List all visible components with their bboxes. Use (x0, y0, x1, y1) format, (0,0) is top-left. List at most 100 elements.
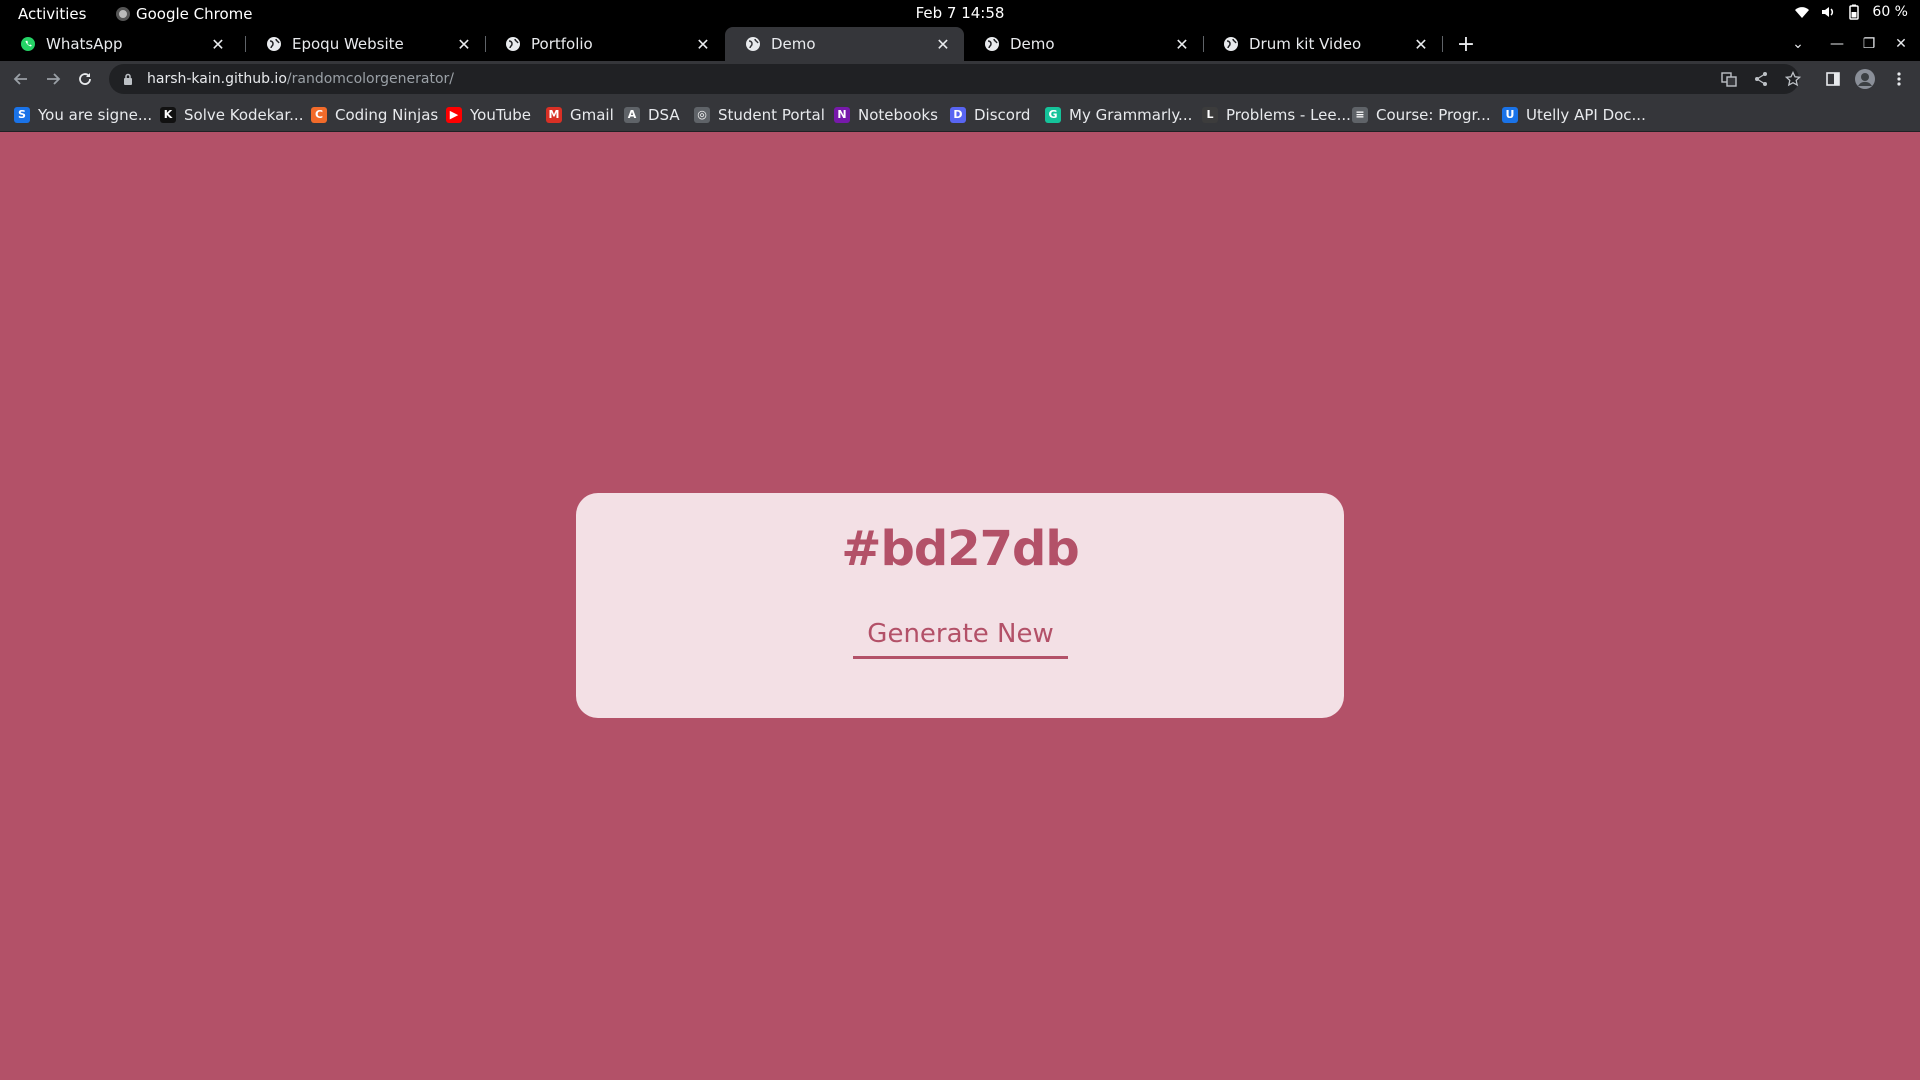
page-background: #bd27db Generate New (0, 132, 1920, 1080)
close-tab-icon[interactable]: ✕ (1171, 35, 1193, 54)
bookmark-label: Coding Ninjas (335, 105, 439, 124)
share-icon[interactable] (1748, 66, 1774, 92)
minimize-icon[interactable]: — (1823, 27, 1851, 61)
tab-drum-kit-video[interactable]: Drum kit Video ✕ (1203, 27, 1442, 61)
close-tab-icon[interactable]: ✕ (692, 35, 714, 54)
app-menu[interactable]: Google Chrome (116, 5, 253, 23)
bookmark-favicon-icon: L (1202, 106, 1218, 123)
url-host: harsh-kain.github.io (147, 71, 287, 87)
restore-icon[interactable]: ❐ (1855, 27, 1883, 61)
bookmark-item[interactable]: L Problems - Lee... (1202, 97, 1351, 132)
tab-whatsapp[interactable]: WhatsApp ✕ (0, 27, 239, 61)
bookmark-favicon-icon: ◎ (694, 106, 710, 123)
tab-portfolio[interactable]: Portfolio ✕ (485, 27, 724, 61)
tab-title: Demo (771, 35, 816, 53)
bookmark-label: Gmail (570, 105, 614, 124)
bookmark-label: Discord (974, 105, 1031, 124)
bookmark-item[interactable]: G My Grammarly... (1045, 97, 1192, 132)
clock[interactable]: Feb 7 14:58 (0, 4, 1920, 22)
tab-search-chevron-down-icon[interactable]: ⌄ (1784, 27, 1812, 61)
bookmark-item[interactable]: D Discord (950, 97, 1030, 132)
tab-title: Drum kit Video (1249, 35, 1362, 53)
bookmark-label: Problems - Lee... (1226, 105, 1351, 124)
close-window-icon[interactable]: ✕ (1887, 27, 1915, 61)
tab-strip: WhatsApp ✕ Epoqu Website ✕ Portfolio ✕ D… (0, 27, 1920, 61)
bookmark-favicon-icon: K (160, 106, 176, 123)
address-bar[interactable]: harsh-kain.github.io/randomcolorgenerato… (109, 64, 1799, 94)
bookmark-item[interactable]: A DSA (624, 97, 680, 132)
tab-title: WhatsApp (46, 35, 123, 53)
bookmark-item[interactable]: U Utelly API Doc... (1502, 97, 1646, 132)
bookmark-label: DSA (648, 105, 680, 124)
tab-title: Portfolio (531, 35, 593, 53)
tab-epoqu-website[interactable]: Epoqu Website ✕ (246, 27, 485, 61)
whatsapp-icon (21, 37, 35, 51)
system-top-bar: Activities Google Chrome Feb 7 14:58 60 … (0, 0, 1920, 27)
wifi-icon (1795, 7, 1810, 18)
bookmark-favicon-icon: N (834, 106, 850, 123)
reload-icon[interactable] (72, 66, 98, 92)
tab-title: Demo (1010, 35, 1055, 53)
bookmark-favicon-icon: A (624, 106, 640, 123)
hex-color-value: #bd27db (841, 521, 1079, 577)
browser-toolbar: harsh-kain.github.io/randomcolorgenerato… (0, 61, 1920, 97)
app-name: Google Chrome (136, 5, 253, 23)
bookmark-item[interactable]: S You are signe... (14, 97, 152, 132)
globe-icon (746, 37, 760, 51)
side-panel-icon[interactable] (1820, 66, 1846, 92)
close-tab-icon[interactable]: ✕ (932, 35, 954, 54)
bookmark-favicon-icon: ≡ (1352, 106, 1368, 123)
bookmark-label: Student Portal (718, 105, 825, 124)
bookmark-label: Solve Kodekar... (184, 105, 304, 124)
bookmark-item[interactable]: ▶ YouTube (446, 97, 531, 132)
bookmark-item[interactable]: M Gmail (546, 97, 614, 132)
tab-demo[interactable]: Demo ✕ (964, 27, 1203, 61)
bookmark-favicon-icon: ▶ (446, 106, 462, 123)
translate-icon[interactable] (1716, 66, 1742, 92)
globe-icon (1224, 37, 1238, 51)
system-tray[interactable]: 60 % (1794, 4, 1908, 20)
bookmark-label: YouTube (470, 105, 531, 124)
tab-title: Epoqu Website (292, 35, 404, 53)
bookmark-item[interactable]: ◎ Student Portal (694, 97, 825, 132)
battery-icon (1849, 4, 1860, 20)
battery-percent: 60 % (1872, 4, 1908, 20)
activities-button[interactable]: Activities (18, 5, 86, 23)
bookmark-item[interactable]: K Solve Kodekar... (160, 97, 303, 132)
forward-arrow-icon[interactable] (40, 66, 66, 92)
bookmark-label: Notebooks (858, 105, 938, 124)
close-tab-icon[interactable]: ✕ (1410, 35, 1432, 54)
bookmark-item[interactable]: ≡ Course: Progr... (1352, 97, 1491, 132)
bookmark-favicon-icon: M (546, 106, 562, 123)
bookmark-item[interactable]: C Coding Ninjas (311, 97, 438, 132)
back-arrow-icon[interactable] (8, 66, 34, 92)
bookmark-label: Utelly API Doc... (1526, 105, 1646, 124)
close-tab-icon[interactable]: ✕ (453, 35, 475, 54)
bookmark-favicon-icon: S (14, 106, 30, 123)
bookmark-label: My Grammarly... (1069, 105, 1193, 124)
globe-icon (506, 37, 520, 51)
profile-avatar[interactable] (1852, 66, 1878, 92)
globe-icon (985, 37, 999, 51)
generate-new-button[interactable]: Generate New (853, 611, 1068, 659)
lock-icon (124, 73, 132, 85)
globe-icon (267, 37, 281, 51)
bookmark-label: Course: Progr... (1376, 105, 1491, 124)
bookmark-favicon-icon: D (950, 106, 966, 123)
tab-demo-active[interactable]: Demo ✕ (725, 27, 964, 61)
bookmark-favicon-icon: G (1045, 106, 1061, 123)
bookmark-favicon-icon: C (311, 106, 327, 123)
bookmark-label: You are signe... (38, 105, 153, 124)
bookmarks-bar: S You are signe... K Solve Kodekar... C Codin… (0, 97, 1920, 132)
bookmark-favicon-icon: U (1502, 106, 1518, 123)
bookmark-star-icon[interactable] (1780, 66, 1806, 92)
color-card: #bd27db Generate New (576, 493, 1344, 718)
new-tab-button[interactable]: + (1452, 27, 1480, 61)
bookmark-item[interactable]: N Notebooks (834, 97, 938, 132)
close-tab-icon[interactable]: ✕ (207, 35, 229, 54)
chrome-icon (116, 7, 130, 21)
url-path: /randomcolorgenerator/ (286, 71, 454, 87)
volume-icon (1822, 7, 1834, 17)
more-menu-icon[interactable] (1886, 66, 1912, 92)
tab-divider (1442, 36, 1443, 52)
